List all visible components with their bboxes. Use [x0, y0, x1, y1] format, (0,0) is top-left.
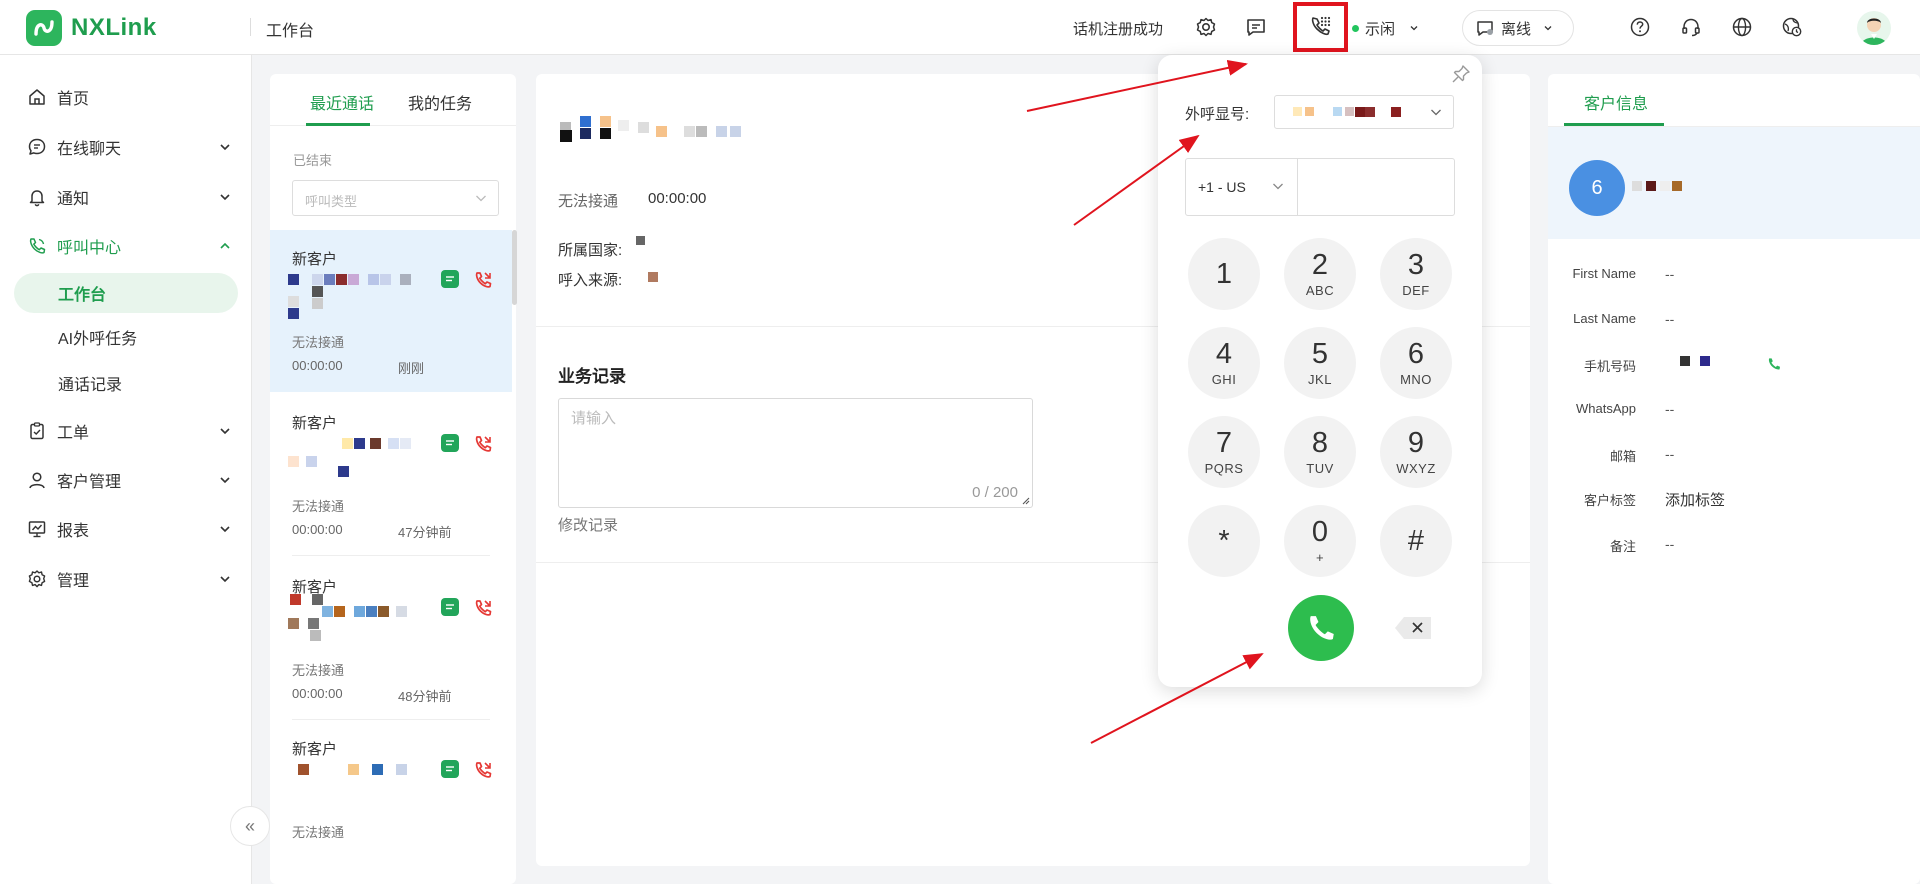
annotation-arrow	[1073, 134, 1200, 226]
annotation-arrows	[1026, 59, 1264, 744]
annotation-arrow	[1090, 653, 1264, 744]
annotation-arrow	[1026, 59, 1248, 112]
